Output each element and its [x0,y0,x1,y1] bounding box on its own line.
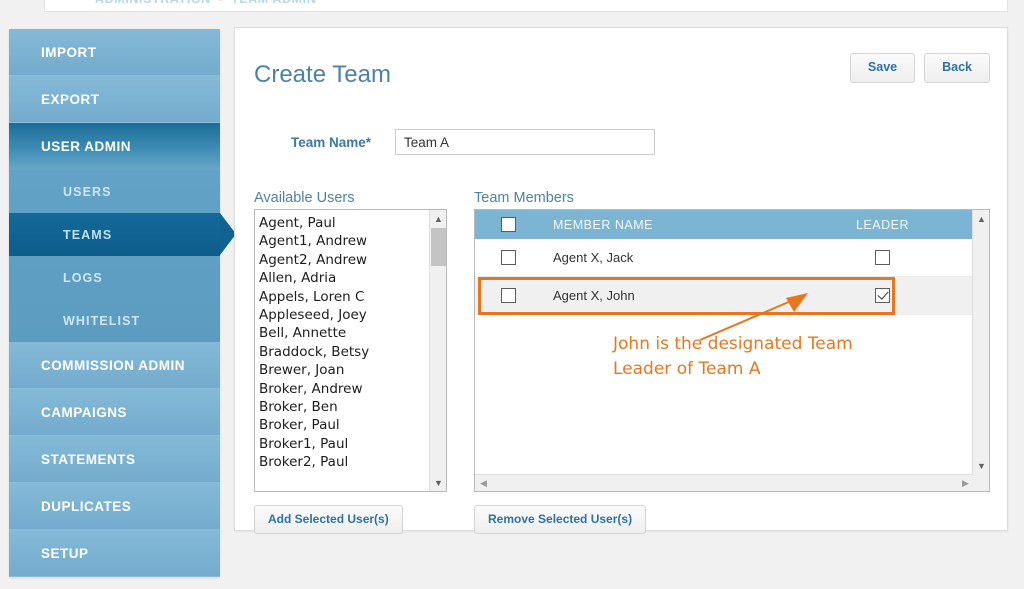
chevron-up-icon[interactable]: ▲ [973,210,989,227]
team-name-label: Team Name* [290,134,371,150]
table-header-row: MEMBER NAME LEADER [475,210,974,239]
sidebar-item-setup[interactable]: SETUP [9,530,220,577]
chevron-down-icon[interactable]: ▼ [430,474,446,491]
list-item[interactable]: Allen, Adria [259,269,429,287]
list-item[interactable]: Broker, Paul [259,416,429,434]
sidebar-item-label: CAMPAIGNS [41,404,128,420]
annotation-text: John is the designated Team Leader of Te… [613,334,853,379]
sidebar-item-label: WHITELIST [63,313,141,328]
leader-checkbox[interactable] [875,250,890,265]
row-select-checkbox[interactable] [500,288,516,303]
sidebar-item-user-admin[interactable]: USER ADMIN [9,123,220,170]
team-members-horizontal-scrollbar[interactable]: ◀ ▶ [475,474,974,491]
leader-cell [791,288,974,303]
column-header-member-name[interactable]: MEMBER NAME [541,218,791,232]
chevron-down-icon[interactable]: ▼ [973,457,989,474]
team-name-row: Team Name* [235,129,1007,155]
page-title: Create Team [254,61,391,89]
sidebar-item-label: USER ADMIN [41,139,132,154]
team-members-label: Team Members [474,190,574,206]
row-select-cell [475,288,541,303]
sidebar-item-label: IMPORT [41,44,97,60]
available-users-list[interactable]: Agent, Paul Agent1, Andrew Agent2, Andrew A… [255,210,429,472]
sidebar-item-import[interactable]: IMPORT [9,29,220,76]
list-item[interactable]: Broker2, Paul [259,453,429,471]
remove-selected-users-button[interactable]: Remove Selected User(s) [474,505,647,535]
list-item[interactable]: Brewer, Joan [259,361,429,379]
row-select-cell [475,250,541,265]
list-item[interactable]: Broker, Ben [259,398,429,416]
chevron-left-icon[interactable]: ◀ [475,475,492,491]
breadcrumb: ADMINISTRATION » TEAM ADMIN [44,0,1008,12]
sidebar-item-label: STATEMENTS [41,451,136,467]
sidebar-item-label: COMMISSION ADMIN [41,357,185,373]
sidebar-item-campaigns[interactable]: CAMPAIGNS [9,389,220,436]
sidebar-item-users[interactable]: USERS [9,170,220,213]
list-item[interactable]: Agent, Paul [259,214,429,232]
member-name-cell: Agent X, John [553,288,635,303]
list-item[interactable]: Agent2, Andrew [259,251,429,269]
leader-cell [791,250,974,265]
sidebar-item-label: TEAMS [63,227,113,242]
team-members-table: MEMBER NAME LEADER Agent X, Jack Agent X,… [475,210,974,315]
sidebar-item-teams[interactable]: TEAMS [9,213,236,256]
sidebar-item-label: SETUP [41,545,89,561]
leader-checkbox[interactable] [875,288,890,303]
team-name-input[interactable] [395,129,655,155]
table-row[interactable]: Agent X, Jack [475,239,974,277]
sidebar-item-label: USERS [63,184,112,199]
list-item[interactable]: Broker1, Paul [259,435,429,453]
sidebar-item-whitelist[interactable]: WHITELIST [9,299,220,342]
list-item[interactable]: Braddock, Betsy [259,343,429,361]
sidebar-item-commission-admin[interactable]: COMMISSION ADMIN [9,342,220,389]
select-all-checkbox[interactable] [500,217,516,232]
breadcrumb-separator-icon: » [218,0,224,5]
available-users-listbox[interactable]: Agent, Paul Agent1, Andrew Agent2, Andrew A… [254,209,447,492]
sidebar-item-label: DUPLICATES [41,498,132,514]
scrollbar-thumb[interactable] [431,228,446,266]
sidebar-subgroup-user-admin: USERS TEAMS LOGS WHITELIST [9,170,236,342]
breadcrumb-item-administration[interactable]: ADMINISTRATION [95,0,211,6]
sidebar-item-logs[interactable]: LOGS [9,256,220,299]
app-root: ADMINISTRATION » TEAM ADMIN IMPORT EXPOR… [0,0,1024,589]
sidebar-item-duplicates[interactable]: DUPLICATES [9,483,220,530]
row-select-checkbox[interactable] [500,250,516,265]
content-panel: Create Team Save Back Team Name* Availab… [234,27,1008,535]
team-members-vertical-scrollbar[interactable]: ▲ ▼ [972,210,989,491]
list-item[interactable]: Bell, Annette [259,324,429,342]
back-button[interactable]: Back [924,53,990,83]
chevron-up-icon[interactable]: ▲ [430,210,446,227]
table-row[interactable]: Agent X, John [475,277,974,315]
list-item[interactable]: Appleseed, Joey [259,306,429,324]
sidebar: IMPORT EXPORT USER ADMIN USERS TEAMS LOG… [9,29,236,577]
table-body: Agent X, Jack Agent X, John [475,239,974,315]
list-item[interactable]: Broker, Andrew [259,380,429,398]
list-item[interactable]: Agent1, Andrew [259,232,429,250]
available-users-label: Available Users [254,190,355,206]
save-button[interactable]: Save [849,53,916,83]
column-header-leader[interactable]: LEADER [791,218,974,232]
chevron-right-icon[interactable]: ▶ [957,475,974,491]
sidebar-item-label: EXPORT [41,91,100,107]
breadcrumb-item-team-admin[interactable]: TEAM ADMIN [231,0,316,6]
available-users-vertical-scrollbar[interactable]: ▲ ▼ [429,210,446,491]
list-item[interactable]: Appels, Loren C [259,288,429,306]
page-actions: Save Back [849,53,990,83]
add-selected-users-button[interactable]: Add Selected User(s) [254,505,403,535]
select-all-cell [475,217,541,232]
sidebar-item-statements[interactable]: STATEMENTS [9,436,220,483]
member-name-cell: Agent X, Jack [553,250,634,265]
sidebar-item-export[interactable]: EXPORT [9,76,220,123]
sidebar-item-label: LOGS [63,270,103,285]
